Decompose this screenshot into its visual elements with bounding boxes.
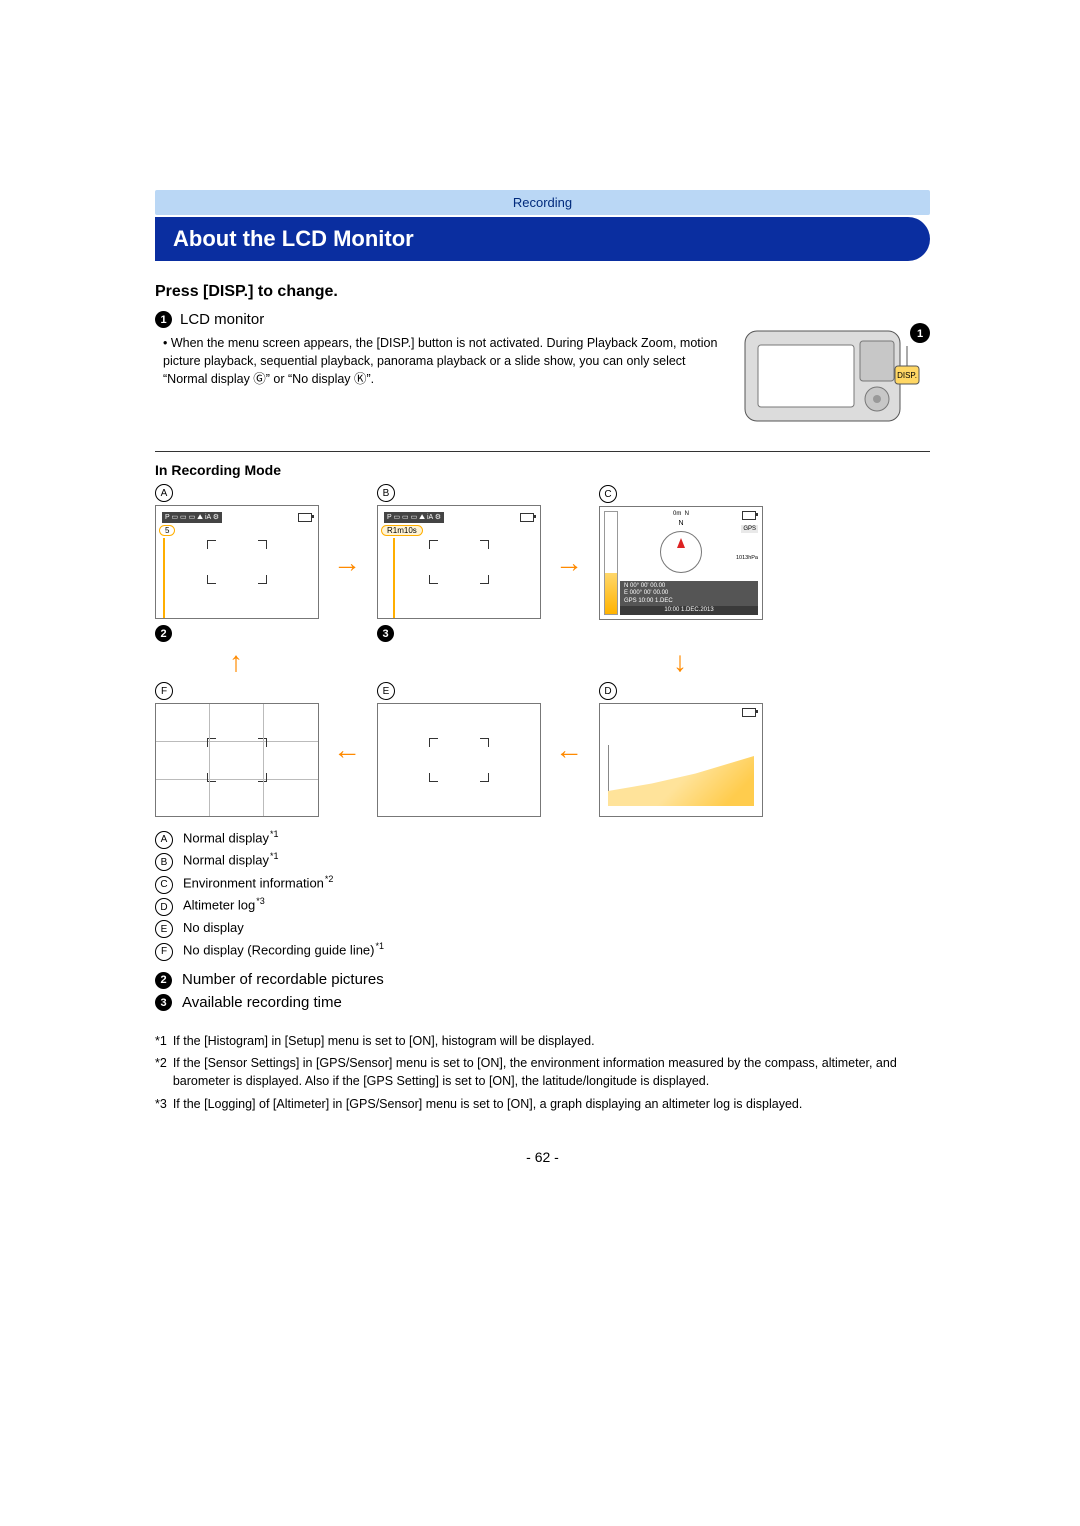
screen-F bbox=[155, 703, 319, 817]
legend-key: C bbox=[155, 876, 173, 894]
label-B: B bbox=[377, 484, 395, 502]
battery-icon bbox=[742, 708, 756, 717]
section-subhead: Press [DISP.] to change. bbox=[155, 283, 930, 301]
callout-label-1: LCD monitor bbox=[180, 311, 264, 328]
battery-icon bbox=[742, 511, 756, 520]
legend-list: ANormal display*1 BNormal display*1 CEnv… bbox=[155, 827, 930, 961]
leader-line bbox=[163, 538, 165, 619]
breadcrumb: Recording bbox=[155, 190, 930, 215]
footnote-text: If the [Sensor Settings] in [GPS/Sensor]… bbox=[173, 1054, 930, 1090]
footnote-key: *3 bbox=[155, 1095, 167, 1113]
page-title: About the LCD Monitor bbox=[155, 217, 930, 261]
footnote-list: *1 If the [Histogram] in [Setup] menu is … bbox=[155, 1032, 930, 1113]
callout-badge-3: 3 bbox=[377, 625, 394, 642]
focus-brackets-icon bbox=[207, 540, 267, 584]
compass-n-label: N bbox=[678, 520, 683, 527]
focus-brackets-icon bbox=[207, 738, 267, 782]
screen-B: P ▭ ▭ ▭ ⛰ iA ⚙ R1m10s bbox=[377, 505, 541, 619]
legend-key: D bbox=[155, 898, 173, 916]
gps-badge: GPS bbox=[741, 525, 758, 533]
screen-B-icons: P ▭ ▭ ▭ ⛰ iA ⚙ bbox=[384, 512, 444, 523]
screen-A: P ▭ ▭ ▭ ⛰ iA ⚙ 5 bbox=[155, 505, 319, 619]
gps-info-block: N 00° 00' 00.00 E 000° 00' 00.00 GPS 10:… bbox=[620, 581, 758, 615]
footnote-key: *1 bbox=[155, 1032, 167, 1050]
screen-A-icons: P ▭ ▭ ▭ ⛰ iA ⚙ bbox=[162, 512, 222, 523]
arrow-up-icon: ↑ bbox=[229, 646, 243, 678]
screen-C-altitude: 0m N bbox=[673, 511, 689, 517]
intro-bullet: When the menu screen appears, the [DISP.… bbox=[163, 336, 717, 386]
legend-text: Environment information bbox=[183, 875, 324, 890]
screen-C: 0m N N GPS 1013hPa N 00° 00' 00.00 E 000… bbox=[599, 506, 763, 620]
disp-button-label: DISP. bbox=[897, 371, 917, 380]
legend-text: Normal display bbox=[183, 830, 269, 845]
display-cycle-diagram: A P ▭ ▭ ▭ ⛰ iA ⚙ 5 2 → B P ▭ ▭ ▭ ⛰ iA ⚙ … bbox=[155, 484, 775, 817]
legend-text: Altimeter log bbox=[183, 898, 255, 913]
recording-mode-label: In Recording Mode bbox=[155, 462, 930, 478]
numbered-callout-list: 2 Number of recordable pictures 3 Availabl… bbox=[155, 969, 930, 1014]
callout-badge-1: 1 bbox=[155, 311, 172, 328]
screen-B-time: R1m10s bbox=[381, 525, 423, 536]
callout-badge: 3 bbox=[155, 994, 172, 1011]
focus-brackets-icon bbox=[429, 738, 489, 782]
arrow-right-icon: → bbox=[555, 547, 583, 579]
callout-badge-2: 2 bbox=[155, 625, 172, 642]
compass-icon bbox=[660, 531, 702, 573]
leader-line bbox=[393, 538, 395, 619]
legend-text: No display (Recording guide line) bbox=[183, 942, 375, 957]
legend-key: B bbox=[155, 853, 173, 871]
label-F: F bbox=[155, 682, 173, 700]
label-E: E bbox=[377, 682, 395, 700]
battery-icon bbox=[298, 513, 312, 522]
legend-key: F bbox=[155, 943, 173, 961]
callout-badge: 2 bbox=[155, 972, 172, 989]
screen-D bbox=[599, 703, 763, 817]
arrow-left-icon: ← bbox=[333, 734, 361, 766]
legend-text: No display bbox=[183, 920, 244, 935]
intro-text-block: 1 LCD monitor • When the menu screen app… bbox=[155, 311, 720, 388]
screen-E bbox=[377, 703, 541, 817]
focus-brackets-icon bbox=[429, 540, 489, 584]
callout-text: Available recording time bbox=[182, 992, 342, 1015]
callout-text: Number of recordable pictures bbox=[182, 969, 384, 992]
arrow-right-icon: → bbox=[333, 547, 361, 579]
legend-text: Normal display bbox=[183, 853, 269, 868]
altitude-scale-icon bbox=[604, 511, 618, 615]
page-number: - 62 - bbox=[155, 1149, 930, 1165]
label-D: D bbox=[599, 682, 617, 700]
screen-A-count: 5 bbox=[159, 525, 175, 536]
footnote-text: If the [Logging] of [Altimeter] in [GPS/… bbox=[173, 1095, 803, 1113]
legend-key: E bbox=[155, 920, 173, 938]
svg-text:1: 1 bbox=[917, 328, 923, 340]
battery-icon bbox=[520, 513, 534, 522]
manual-page: Recording About the LCD Monitor Press [D… bbox=[0, 0, 1080, 1245]
camera-illustration: DISP. 1 bbox=[740, 311, 930, 431]
label-A: A bbox=[155, 484, 173, 502]
arrow-left-icon: ← bbox=[555, 734, 583, 766]
legend-key: A bbox=[155, 831, 173, 849]
label-C: C bbox=[599, 485, 617, 503]
arrow-down-icon: ↓ bbox=[673, 646, 687, 678]
footnote-text: If the [Histogram] in [Setup] menu is se… bbox=[173, 1032, 595, 1050]
divider bbox=[155, 451, 930, 452]
footnote-key: *2 bbox=[155, 1054, 167, 1072]
pressure-readout: 1013hPa bbox=[736, 555, 758, 561]
